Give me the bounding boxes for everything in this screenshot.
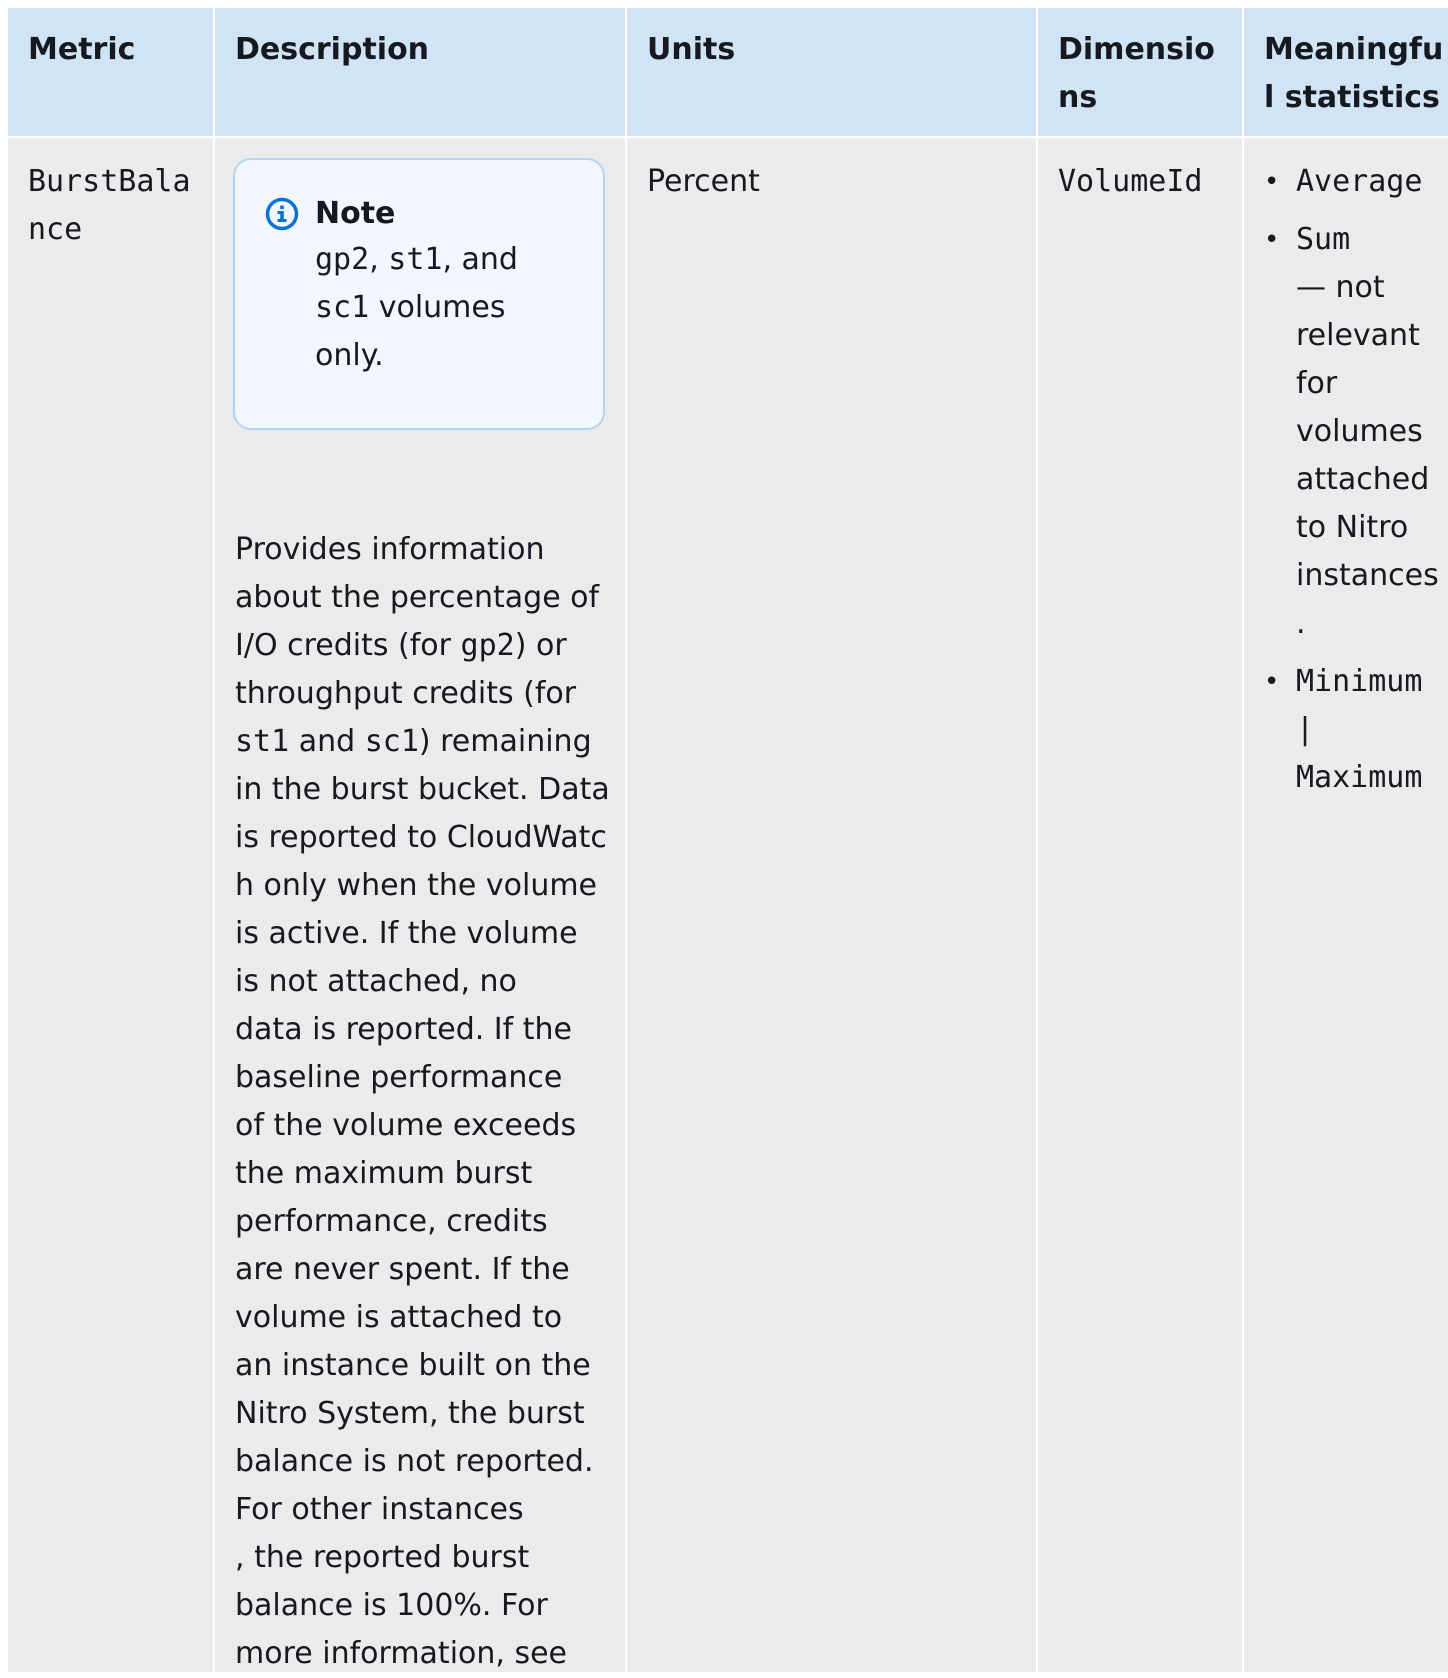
statistic-line: .	[1296, 606, 1306, 641]
statistic-line: attached	[1296, 462, 1430, 497]
header-metric: Metric	[8, 8, 213, 136]
description-line: more information, see	[235, 1636, 568, 1671]
description-line: performance, credits	[235, 1204, 548, 1239]
description-line: are never spent. If the	[235, 1252, 570, 1287]
statistic-line: |	[1296, 712, 1315, 747]
info-icon	[265, 197, 299, 231]
note-line: gp2, st1, and	[315, 242, 518, 277]
note-line: sc1 volumes	[315, 290, 506, 325]
statistic-item: Minimum | Maximum	[1264, 658, 1448, 802]
description-cell: Note gp2, st1, and sc1 volumes only. Provi…	[215, 138, 625, 1672]
description-line: in the burst bucket. Data	[235, 772, 610, 807]
statistic-item: Sum — not relevant for volumes attached to Nit…	[1264, 216, 1448, 648]
description-line: balance is 100%. For	[235, 1588, 548, 1623]
statistics-list: Average Sum — not relevant for volumes attache…	[1264, 158, 1448, 802]
description-line: the maximum burst	[235, 1156, 533, 1191]
metric-name: BurstBalance	[28, 164, 191, 247]
description-line: of the volume exceeds	[235, 1108, 577, 1143]
statistic-item: Average	[1264, 158, 1448, 206]
description-line: h only when the volume	[235, 868, 598, 903]
description-line: , the reported burst	[235, 1540, 530, 1575]
description-line: data is reported. If the	[235, 1012, 572, 1047]
statistics-cell: Average Sum — not relevant for volumes attache…	[1244, 138, 1448, 1672]
description-line: is not attached, no	[235, 964, 517, 999]
description-line: is active. If the volume	[235, 916, 578, 951]
description-line: Provides information	[235, 532, 545, 567]
note-box: Note gp2, st1, and sc1 volumes only.	[233, 158, 605, 430]
description-line: volume is attached to	[235, 1300, 563, 1335]
description-line: baseline performance	[235, 1060, 563, 1095]
note-body: gp2, st1, and sc1 volumes only.	[265, 236, 583, 380]
description-line: an instance built on the	[235, 1348, 591, 1383]
description-text: Provides information about the percentage…	[235, 526, 613, 1678]
note-line: only.	[315, 338, 384, 373]
description-line: balance is not reported.	[235, 1444, 594, 1479]
units-value: Percent	[647, 164, 760, 199]
description-line: st1 and sc1) remaining	[235, 724, 592, 759]
dimensions-cell: VolumeId	[1038, 138, 1242, 1672]
metric-name-cell: BurstBalance	[8, 138, 213, 1672]
header-dimensions: Dimensions	[1038, 8, 1242, 136]
header-statistics: Meaningful statistics	[1244, 8, 1448, 136]
statistic-line: volumes	[1296, 414, 1423, 449]
statistic-line: Minimum	[1296, 664, 1423, 699]
metrics-table: Metric Description Units Dimensions Mean…	[8, 8, 1448, 1672]
description-line: is reported to CloudWatc	[235, 820, 607, 855]
header-description: Description	[215, 8, 625, 136]
statistic-line: Average	[1296, 164, 1423, 199]
statistic-line: Maximum	[1296, 760, 1423, 795]
description-line: throughput credits (for	[235, 676, 577, 711]
statistic-line: — not	[1296, 270, 1385, 305]
note-title: Note	[315, 196, 396, 231]
statistic-line: instances	[1296, 558, 1439, 593]
description-line: about the percentage of	[235, 580, 600, 615]
statistic-line: relevant	[1296, 318, 1420, 353]
statistic-line: for	[1296, 366, 1338, 401]
units-cell: Percent	[627, 138, 1036, 1672]
header-units: Units	[627, 8, 1036, 136]
dimensions-value: VolumeId	[1058, 164, 1203, 199]
note-header: Note	[265, 192, 583, 236]
description-line: For other instances	[235, 1492, 524, 1527]
description-line: Nitro System, the burst	[235, 1396, 585, 1431]
statistic-line: Sum	[1296, 222, 1351, 257]
statistic-line: to Nitro	[1296, 510, 1409, 545]
description-line: I/O credits (for gp2) or	[235, 628, 567, 663]
